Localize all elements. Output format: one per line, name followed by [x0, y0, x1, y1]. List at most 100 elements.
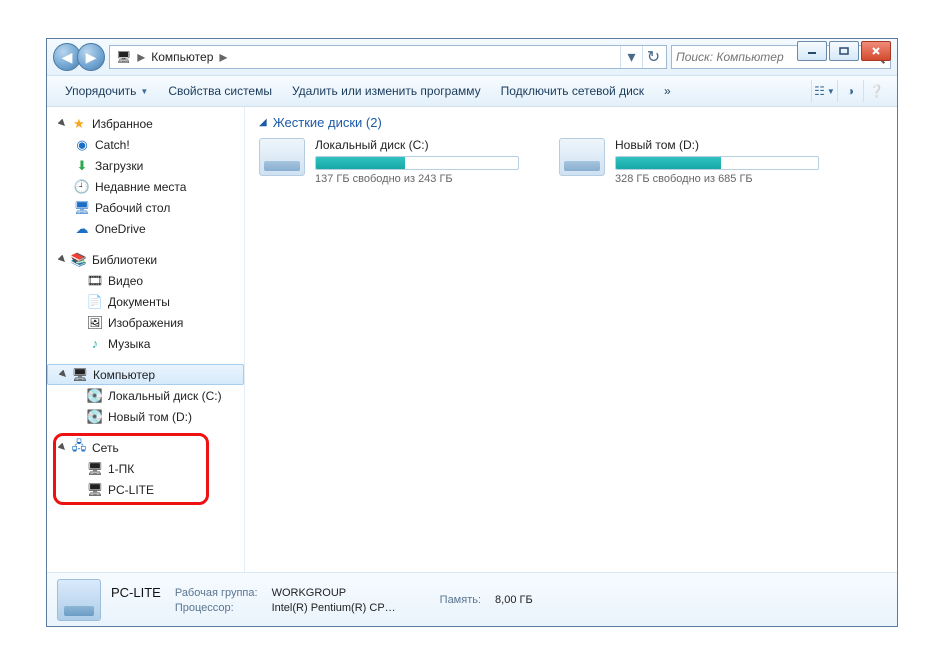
memory-label: Память:	[440, 594, 481, 606]
pc-icon: 🖥	[86, 461, 104, 477]
computer-icon: 🖥	[71, 367, 89, 383]
drive-icon: 💽	[86, 409, 104, 425]
app-icon: ◉	[73, 137, 91, 153]
tree-label: Рабочий стол	[95, 201, 170, 215]
collapse-icon	[57, 442, 68, 453]
tree-label: Видео	[108, 274, 143, 288]
music-icon: ♪	[86, 336, 104, 352]
network-icon: 🖧	[70, 440, 88, 456]
drive-name: Локальный диск (C:)	[315, 138, 519, 152]
close-button[interactable]	[861, 41, 891, 61]
address-dropdown-button[interactable]: ▾	[620, 46, 642, 68]
video-icon: 🎞	[86, 273, 104, 289]
workgroup-label: Рабочая группа:	[175, 587, 258, 599]
tree-item-drive-d[interactable]: 💽 Новый том (D:)	[47, 406, 244, 427]
window-controls	[797, 41, 891, 61]
tree-label: PC-LITE	[108, 483, 154, 497]
drive-icon	[559, 138, 605, 176]
downloads-icon: ⬇	[73, 158, 91, 174]
help-button[interactable]: ❔	[863, 80, 889, 102]
tree-label: Компьютер	[93, 368, 155, 382]
collapse-icon	[58, 369, 69, 380]
tree-favorites[interactable]: ★ Избранное	[47, 113, 244, 134]
section-hard-drives[interactable]: ◢ Жесткие диски (2)	[259, 115, 883, 130]
tree-item-recent[interactable]: 🕘 Недавние места	[47, 176, 244, 197]
tree-label: Новый том (D:)	[108, 410, 192, 424]
tree-item-network-pclite[interactable]: 🖥 PC-LITE	[47, 479, 244, 500]
cloud-icon: ☁	[73, 221, 91, 237]
tree-item-music[interactable]: ♪ Музыка	[47, 333, 244, 354]
tree-item-desktop[interactable]: 🖥 Рабочий стол	[47, 197, 244, 218]
tree-label: Документы	[108, 295, 170, 309]
star-icon: ★	[70, 116, 88, 132]
tree-item-network-pc1[interactable]: 🖥 1-ПК	[47, 458, 244, 479]
tree-item-pictures[interactable]: 🖼 Изображения	[47, 312, 244, 333]
nav-tree: ★ Избранное ◉ Catch! ⬇ Загрузки 🕘 Недавние …	[47, 107, 245, 572]
preview-pane-button[interactable]: ◑	[837, 80, 863, 102]
breadcrumb-computer[interactable]: Компьютер	[147, 46, 217, 68]
chevron-right-icon: ▸	[135, 47, 147, 67]
tree-label: Избранное	[92, 117, 153, 131]
collapse-icon	[57, 254, 68, 265]
cpu-label: Процессор:	[175, 602, 258, 614]
drive-d[interactable]: Новый том (D:) 328 ГБ свободно из 685 ГБ	[559, 138, 819, 185]
documents-icon: 📄	[86, 294, 104, 310]
collapse-icon: ◢	[259, 117, 267, 128]
tree-label: Catch!	[95, 138, 130, 152]
tree-item-downloads[interactable]: ⬇ Загрузки	[47, 155, 244, 176]
tree-item-drive-c[interactable]: 💽 Локальный диск (C:)	[47, 385, 244, 406]
tree-item-onedrive[interactable]: ☁ OneDrive	[47, 218, 244, 239]
forward-button[interactable]: ▶	[77, 43, 105, 71]
system-properties-button[interactable]: Свойства системы	[158, 80, 282, 102]
pictures-icon: 🖼	[86, 315, 104, 331]
uninstall-program-button[interactable]: Удалить или изменить программу	[282, 80, 491, 102]
cpu-value: Intel(R) Pentium(R) CP…	[272, 602, 396, 614]
tree-item-videos[interactable]: 🎞 Видео	[47, 270, 244, 291]
memory-value: 8,00 ГБ	[495, 594, 533, 606]
tree-item-documents[interactable]: 📄 Документы	[47, 291, 244, 312]
view-options-button[interactable]: ☷▼	[811, 80, 837, 102]
explorer-window: ◀ ▶ 🖥 ▸ Компьютер ▸ ▾ ↻ 🔍 Упорядочить▼ С…	[46, 38, 898, 627]
drive-icon	[259, 138, 305, 176]
desktop-icon: 🖥	[73, 200, 91, 216]
collapse-icon	[57, 118, 68, 129]
toolbar-overflow-button[interactable]: »	[654, 80, 681, 102]
organize-button[interactable]: Упорядочить▼	[55, 80, 158, 102]
tree-libraries[interactable]: 📚 Библиотеки	[47, 249, 244, 270]
details-pane: PC-LITE Рабочая группа: WORKGROUP Процес…	[47, 572, 897, 626]
section-title: Жесткие диски (2)	[273, 115, 382, 130]
tree-item-catch[interactable]: ◉ Catch!	[47, 134, 244, 155]
recent-icon: 🕘	[73, 179, 91, 195]
minimize-button[interactable]	[797, 41, 827, 61]
libraries-icon: 📚	[70, 252, 88, 268]
drive-free-text: 137 ГБ свободно из 243 ГБ	[315, 173, 519, 185]
refresh-button[interactable]: ↻	[642, 46, 664, 68]
tree-label: Музыка	[108, 337, 150, 351]
drive-icon: 💽	[86, 388, 104, 404]
drive-free-text: 328 ГБ свободно из 685 ГБ	[615, 173, 819, 185]
tree-label: Сеть	[92, 441, 119, 455]
nav-row: ◀ ▶ 🖥 ▸ Компьютер ▸ ▾ ↻ 🔍	[47, 39, 897, 75]
drive-name: Новый том (D:)	[615, 138, 819, 152]
hostname: PC-LITE	[111, 585, 161, 600]
tree-label: Недавние места	[95, 180, 186, 194]
tree-label: OneDrive	[95, 222, 146, 236]
maximize-button[interactable]	[829, 41, 859, 61]
tree-label: 1-ПК	[108, 462, 134, 476]
tree-network[interactable]: 🖧 Сеть	[47, 437, 244, 458]
computer-icon: 🖥	[112, 46, 135, 68]
command-bar: Упорядочить▼ Свойства системы Удалить ил…	[47, 75, 897, 107]
map-network-drive-button[interactable]: Подключить сетевой диск	[491, 80, 654, 102]
tree-computer[interactable]: 🖥 Компьютер	[47, 364, 244, 385]
workgroup-value: WORKGROUP	[272, 587, 396, 599]
address-bar[interactable]: 🖥 ▸ Компьютер ▸ ▾ ↻	[109, 45, 667, 69]
tree-label: Библиотеки	[92, 253, 157, 267]
tree-label: Загрузки	[95, 159, 143, 173]
capacity-bar	[315, 156, 519, 170]
chevron-right-icon: ▸	[217, 47, 229, 67]
computer-icon	[57, 579, 101, 621]
tree-label: Локальный диск (C:)	[108, 389, 222, 403]
tree-label: Изображения	[108, 316, 183, 330]
drive-c[interactable]: Локальный диск (C:) 137 ГБ свободно из 2…	[259, 138, 519, 185]
pc-icon: 🖥	[86, 482, 104, 498]
